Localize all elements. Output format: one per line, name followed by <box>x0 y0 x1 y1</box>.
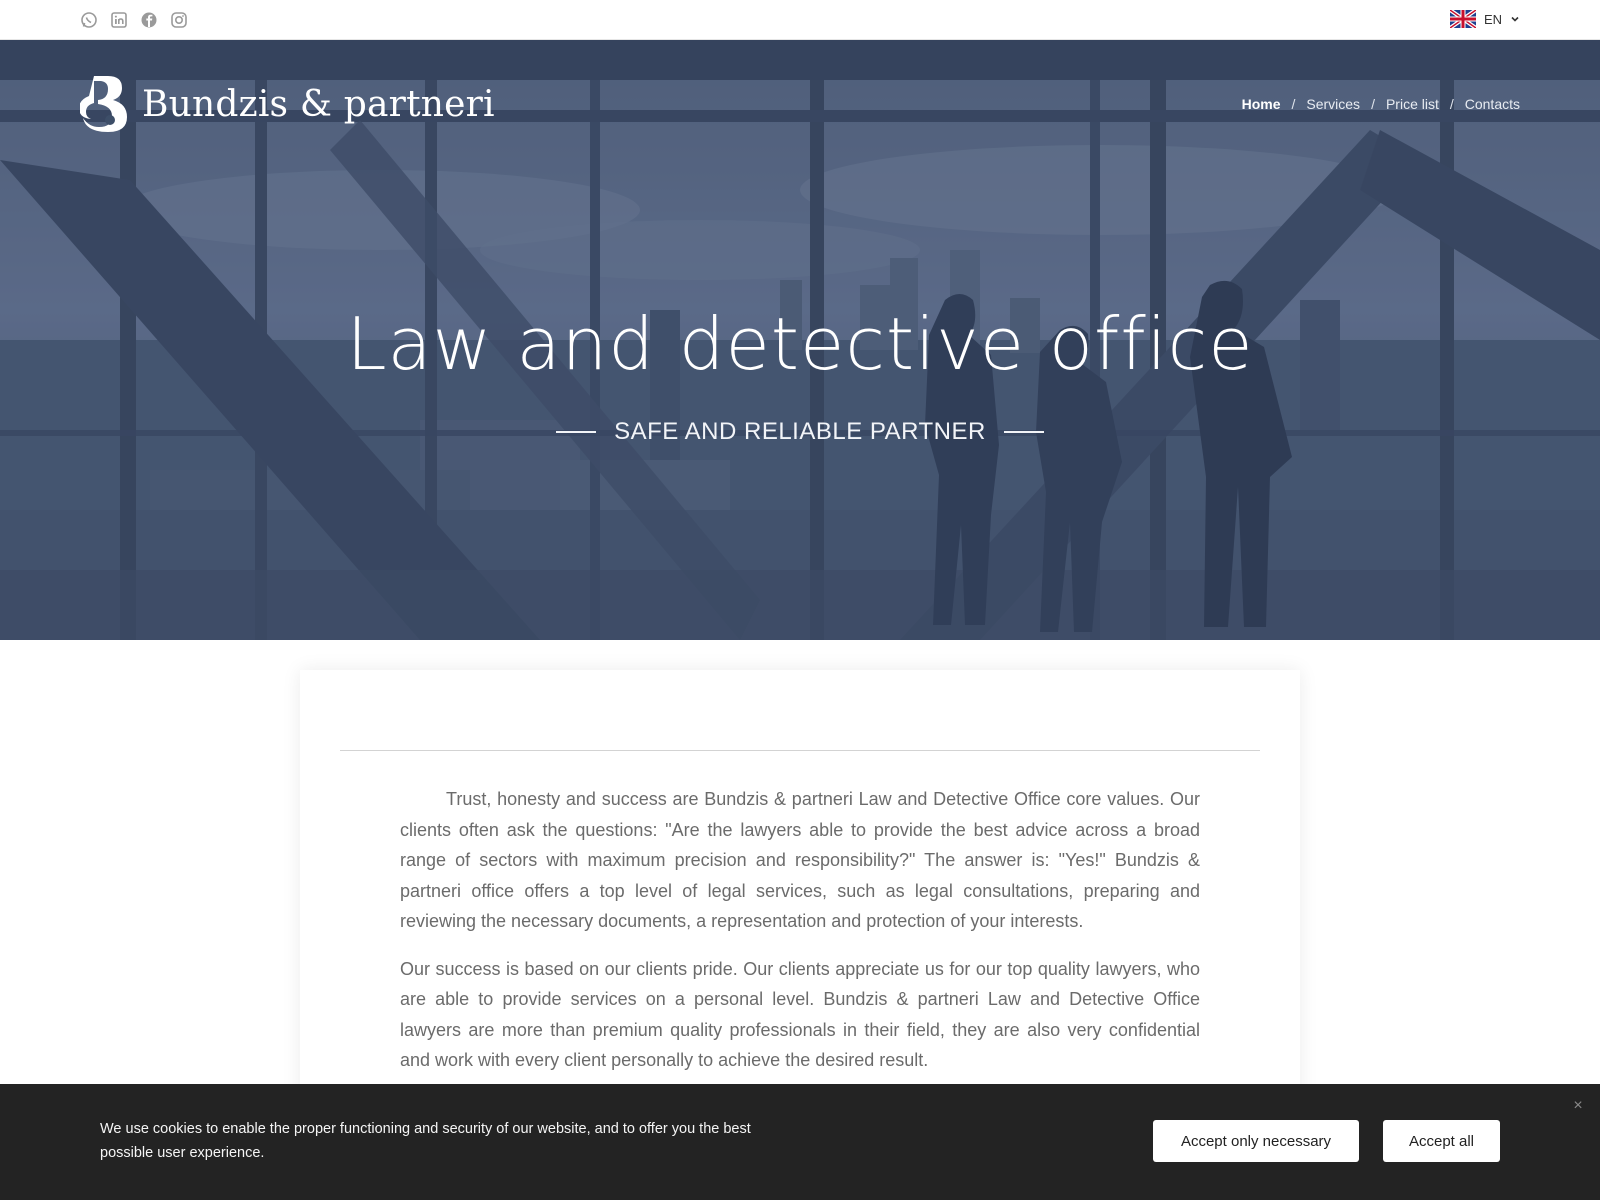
social-links <box>80 11 188 29</box>
nav-item-services[interactable]: Services <box>1306 96 1360 112</box>
whatsapp-icon[interactable] <box>80 11 98 29</box>
card-divider <box>340 750 1260 751</box>
nav-item-contacts[interactable]: Contacts <box>1465 96 1520 112</box>
accept-necessary-button[interactable]: Accept only necessary <box>1153 1120 1359 1162</box>
top-bar: EN <box>0 0 1600 40</box>
language-selector[interactable]: EN <box>1449 10 1520 28</box>
nav-item-price-list[interactable]: Price list <box>1386 96 1439 112</box>
language-code: EN <box>1483 11 1502 27</box>
nav-separator: / <box>1371 96 1375 112</box>
cookie-banner: We use cookies to enable the proper func… <box>0 1084 1600 1200</box>
hero-subtitle-row: SAFE AND RELIABLE PARTNER <box>0 418 1600 446</box>
main-nav: Home / Services / Price list / Contacts <box>1242 96 1520 112</box>
accept-all-button[interactable]: Accept all <box>1383 1120 1500 1162</box>
subtitle-divider-right <box>1003 431 1044 433</box>
subtitle-divider-left <box>556 431 597 433</box>
chevron-down-icon <box>1511 16 1519 22</box>
intro-paragraph: Our success is based on our clients prid… <box>400 958 1200 1071</box>
logo-mark-icon <box>80 76 127 132</box>
uk-flag-icon <box>1449 10 1476 28</box>
hero-banner: Bundzis & partneri Home / Services / Pri… <box>0 40 1600 640</box>
linkedin-icon[interactable] <box>110 11 128 29</box>
nav-item-home[interactable]: Home <box>1242 96 1281 112</box>
close-icon[interactable]: × <box>1568 1096 1588 1116</box>
cookie-message: We use cookies to enable the proper func… <box>100 1121 751 1161</box>
facebook-icon[interactable] <box>140 11 158 29</box>
nav-separator: / <box>1449 96 1454 112</box>
nav-separator: / <box>1291 96 1296 112</box>
hero-title: Law and detective office <box>346 302 1254 386</box>
intro-paragraph: Trust, honesty and success are Bundzis &… <box>400 789 1200 931</box>
intro-text: Trust, honesty and success are Bundzis &… <box>400 784 1200 1093</box>
instagram-icon[interactable] <box>170 11 188 29</box>
brand-name: Bundzis & partneri <box>142 83 495 125</box>
brand-logo[interactable]: Bundzis & partneri <box>80 74 495 134</box>
hero-subtitle: SAFE AND RELIABLE PARTNER <box>614 418 986 445</box>
